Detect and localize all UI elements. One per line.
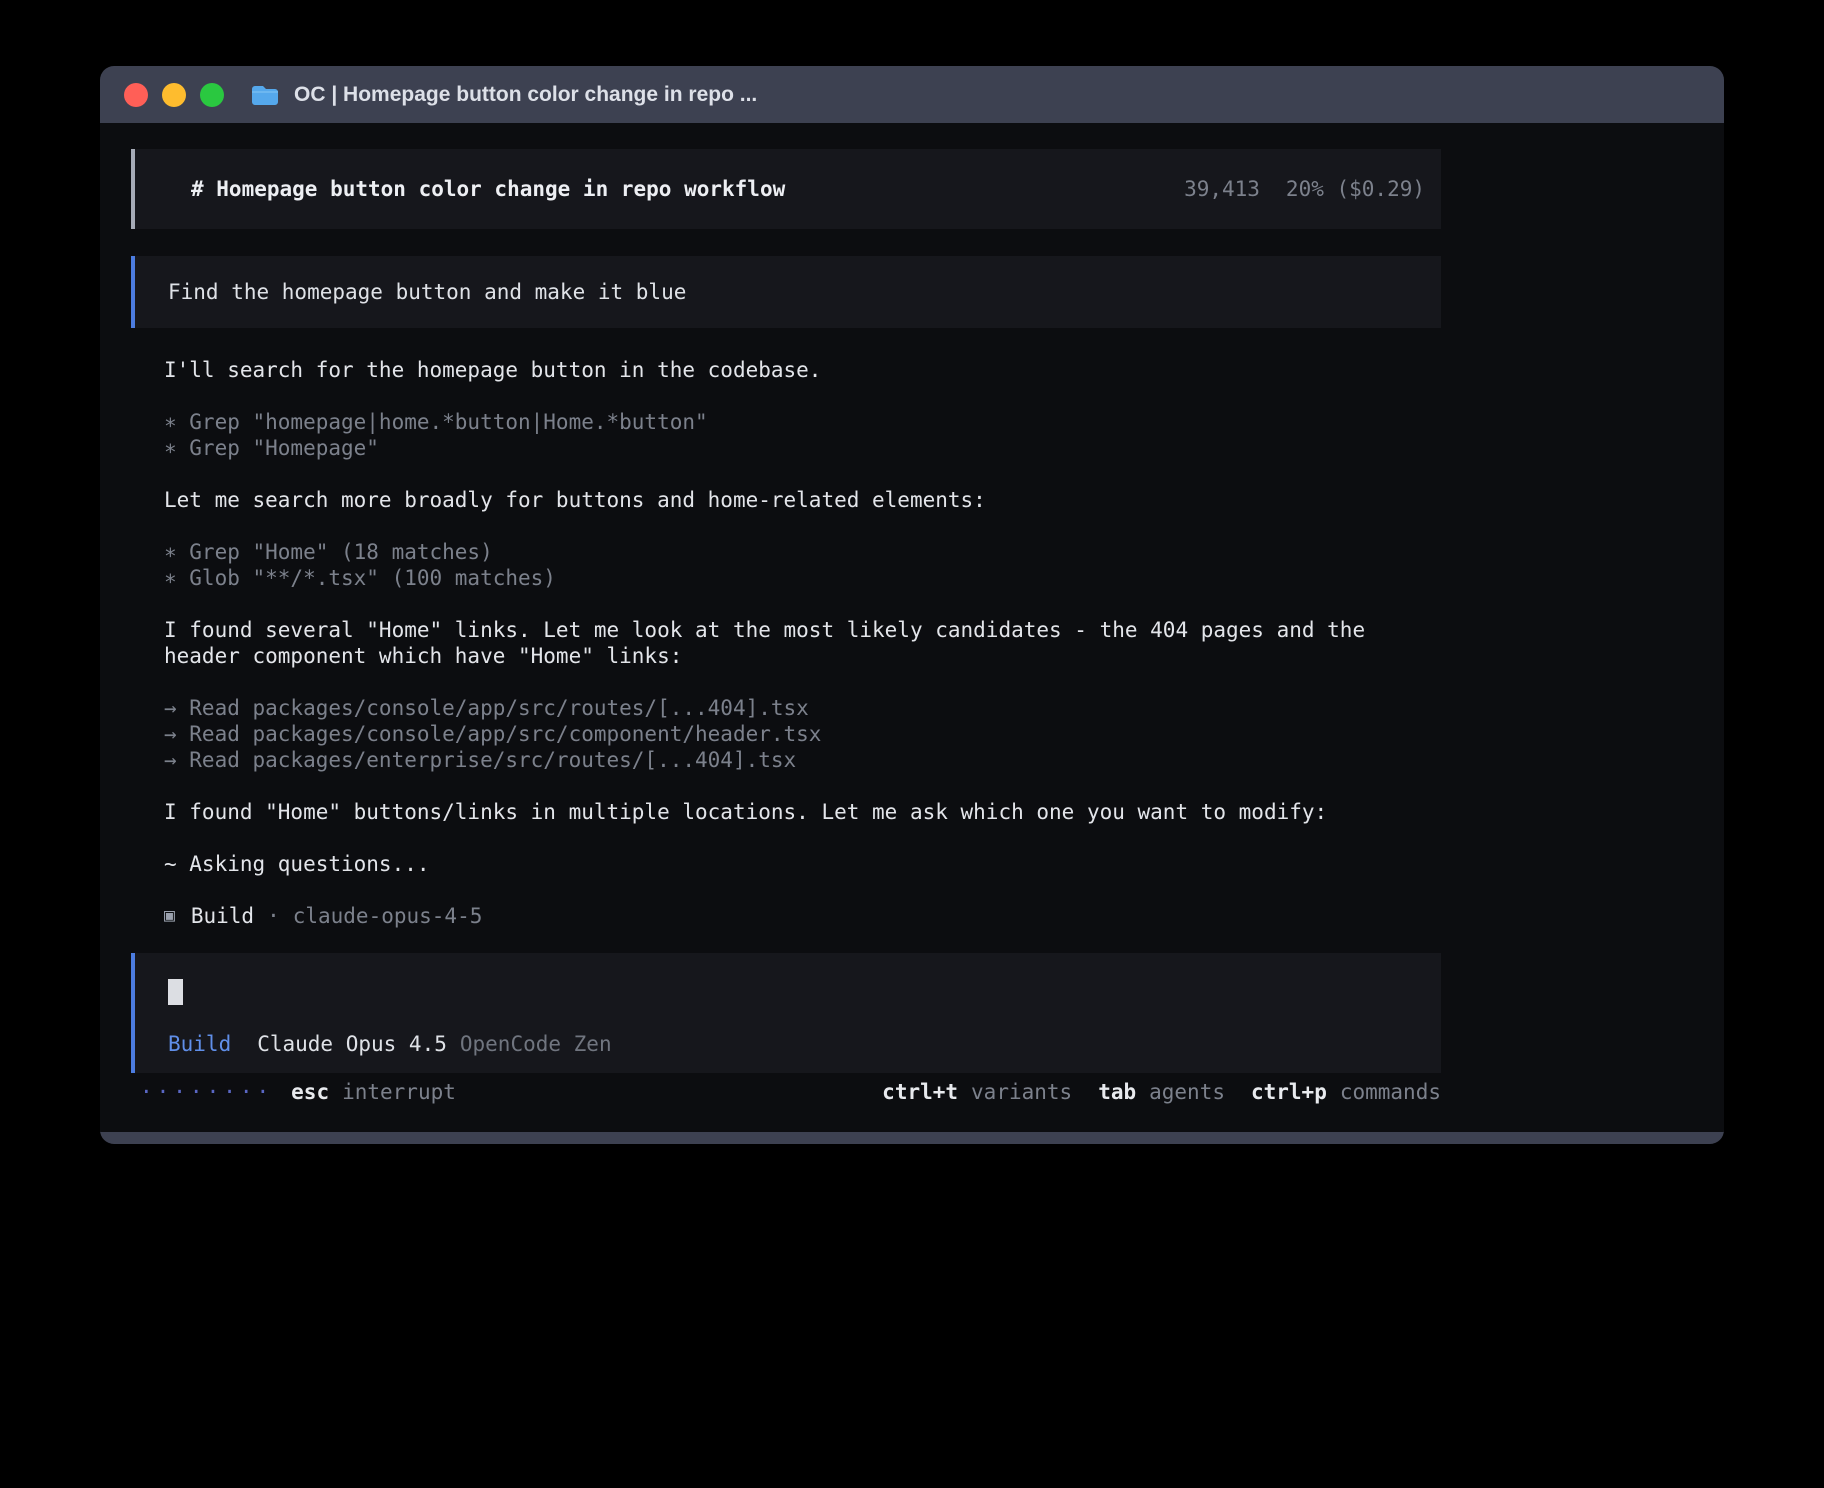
esc-label: interrupt xyxy=(342,1079,456,1105)
tool-call-line: ∗ Glob "**/*.tsx" (100 matches) xyxy=(164,565,1434,591)
input-model: Claude Opus 4.5 xyxy=(257,1031,447,1057)
window-titlebar: OC | Homepage button color change in rep… xyxy=(100,66,1724,123)
user-message-text: Find the homepage button and make it blu… xyxy=(168,279,686,305)
esc-key: esc xyxy=(291,1079,329,1105)
input-mode: Build xyxy=(168,1031,231,1057)
assistant-text-line: Let me search more broadly for buttons a… xyxy=(164,487,1434,513)
tool-call-line: → Read packages/enterprise/src/routes/[.… xyxy=(164,747,1434,773)
assistant-text-line: I found several "Home" links. Let me loo… xyxy=(164,617,1434,669)
transcript-blank-line xyxy=(164,383,1434,409)
input-provider: OpenCode Zen xyxy=(460,1031,612,1057)
shortcut-key: tab xyxy=(1098,1079,1136,1105)
shortcut-agents: tab agents xyxy=(1098,1079,1225,1105)
close-button[interactable] xyxy=(124,83,148,107)
session-title: # Homepage button color change in repo w… xyxy=(191,176,785,202)
minimize-button[interactable] xyxy=(162,83,186,107)
session-header: # Homepage button color change in repo w… xyxy=(131,149,1441,229)
transcript-blank-line xyxy=(164,877,1434,903)
transcript: I'll search for the homepage button in t… xyxy=(164,357,1434,903)
tool-call-line: → Read packages/console/app/src/componen… xyxy=(164,721,1434,747)
tool-call-line: ∗ Grep "Home" (18 matches) xyxy=(164,539,1434,565)
shortcut-key: ctrl+p xyxy=(1251,1079,1327,1105)
status-bar: ········ esc interrupt ctrl+t variants tab… xyxy=(140,1079,1441,1105)
traffic-lights xyxy=(124,83,224,107)
spinner-dots: ········ xyxy=(140,1079,273,1105)
transcript-blank-line xyxy=(164,461,1434,487)
shortcut-label: agents xyxy=(1149,1079,1225,1105)
token-count: 39,413 xyxy=(1184,176,1260,202)
input-meta: Build Claude Opus 4.5 OpenCode Zen xyxy=(168,1031,612,1057)
shortcut-key: ctrl+t xyxy=(882,1079,958,1105)
statusbar-shortcuts: ctrl+t variants tab agents ctrl+p commands xyxy=(882,1079,1441,1105)
assistant-text-line: ~ Asking questions... xyxy=(164,851,1434,877)
transcript-blank-line xyxy=(164,773,1434,799)
agent-build-icon: ▣ xyxy=(164,903,175,929)
agent-status-row: ▣ Build · claude-opus-4-5 xyxy=(164,903,1724,929)
text-cursor xyxy=(168,979,183,1005)
agent-name: Build xyxy=(191,903,254,929)
shortcut-label: commands xyxy=(1340,1079,1441,1105)
assistant-text-line: I found "Home" buttons/links in multiple… xyxy=(164,799,1434,825)
tool-call-line: → Read packages/console/app/src/routes/[… xyxy=(164,695,1434,721)
user-message: Find the homepage button and make it blu… xyxy=(131,256,1441,328)
agent-model: claude-opus-4-5 xyxy=(293,903,483,929)
assistant-text-line: I'll search for the homepage button in t… xyxy=(164,357,1434,383)
prompt-input[interactable]: Build Claude Opus 4.5 OpenCode Zen xyxy=(131,953,1441,1073)
transcript-blank-line xyxy=(164,825,1434,851)
window-title: OC | Homepage button color change in rep… xyxy=(294,83,757,107)
agent-separator: · xyxy=(267,903,280,929)
transcript-blank-line xyxy=(164,669,1434,695)
tool-call-line: ∗ Grep "Homepage" xyxy=(164,435,1434,461)
folder-icon xyxy=(250,83,280,107)
shortcut-commands: ctrl+p commands xyxy=(1251,1079,1441,1105)
terminal-window: OC | Homepage button color change in rep… xyxy=(100,66,1724,1144)
transcript-blank-line xyxy=(164,513,1434,539)
terminal-content: # Homepage button color change in repo w… xyxy=(100,123,1724,1132)
shortcut-label: variants xyxy=(971,1079,1072,1105)
zoom-button[interactable] xyxy=(200,83,224,107)
transcript-blank-line xyxy=(164,591,1434,617)
tool-call-line: ∗ Grep "homepage|home.*button|Home.*butt… xyxy=(164,409,1434,435)
context-cost: 20% ($0.29) xyxy=(1286,176,1425,202)
session-stats: 39,413 20% ($0.29) xyxy=(1184,176,1425,202)
shortcut-variants: ctrl+t variants xyxy=(882,1079,1072,1105)
